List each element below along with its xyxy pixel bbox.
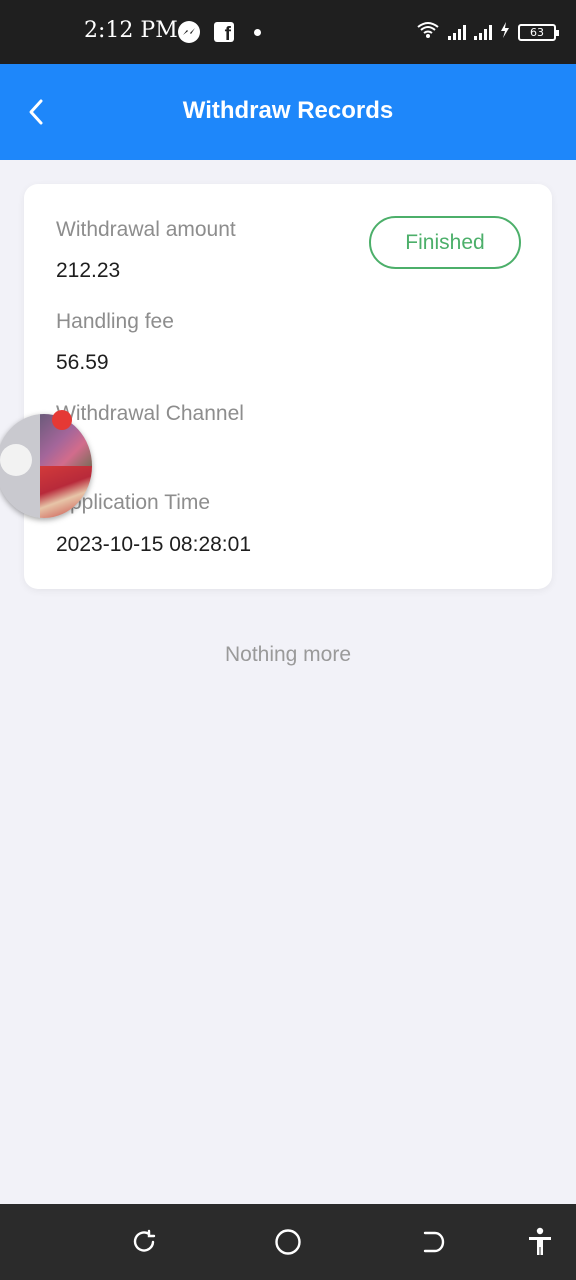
accessibility-button[interactable]: [520, 1222, 560, 1262]
handling-fee-value: 56.59: [56, 351, 109, 374]
notification-dot-icon: [254, 28, 261, 36]
bubble-photo-2: [40, 466, 92, 518]
notification-icons: f: [178, 20, 261, 44]
back-icon: [423, 1231, 445, 1253]
accessibility-icon: [529, 1227, 551, 1255]
charging-icon: [500, 21, 510, 43]
bubble-avatar-placeholder: [0, 414, 40, 518]
withdrawal-amount-value: 212.23: [56, 259, 121, 282]
home-button[interactable]: [268, 1222, 308, 1262]
recents-icon: [133, 1229, 156, 1252]
recents-button[interactable]: [124, 1222, 164, 1262]
bubble-badge: [52, 410, 72, 430]
signal-icon: [448, 24, 466, 40]
facebook-icon: f: [214, 22, 234, 44]
battery-icon: 63: [518, 23, 559, 41]
status-bar: 2:12 PM f 63: [0, 0, 576, 64]
list-end-text: Nothing more: [224, 643, 352, 666]
system-nav-bar: [0, 1204, 576, 1280]
home-icon: [275, 1229, 301, 1255]
nav-back-button[interactable]: [412, 1222, 452, 1262]
status-badge: Finished: [369, 216, 521, 269]
battery-level: 63: [530, 25, 544, 39]
application-time-value: 2023-10-15 08:28:01: [56, 533, 251, 556]
messenger-icon: [178, 21, 200, 43]
withdraw-record-card: Finished Withdrawal amount 212.23 Handli…: [24, 184, 552, 589]
wifi-icon: [416, 21, 440, 44]
signal-icon-2: [474, 24, 492, 40]
system-status-icons: 63: [416, 20, 559, 44]
page-title: Withdraw Records: [182, 97, 394, 124]
status-time: 2:12 PM: [84, 18, 178, 43]
app-header: Withdraw Records: [0, 64, 576, 160]
handling-fee-label: Handling fee: [56, 310, 174, 333]
floating-chat-bubble[interactable]: [0, 414, 92, 518]
withdrawal-amount-label: Withdrawal amount: [56, 218, 236, 241]
